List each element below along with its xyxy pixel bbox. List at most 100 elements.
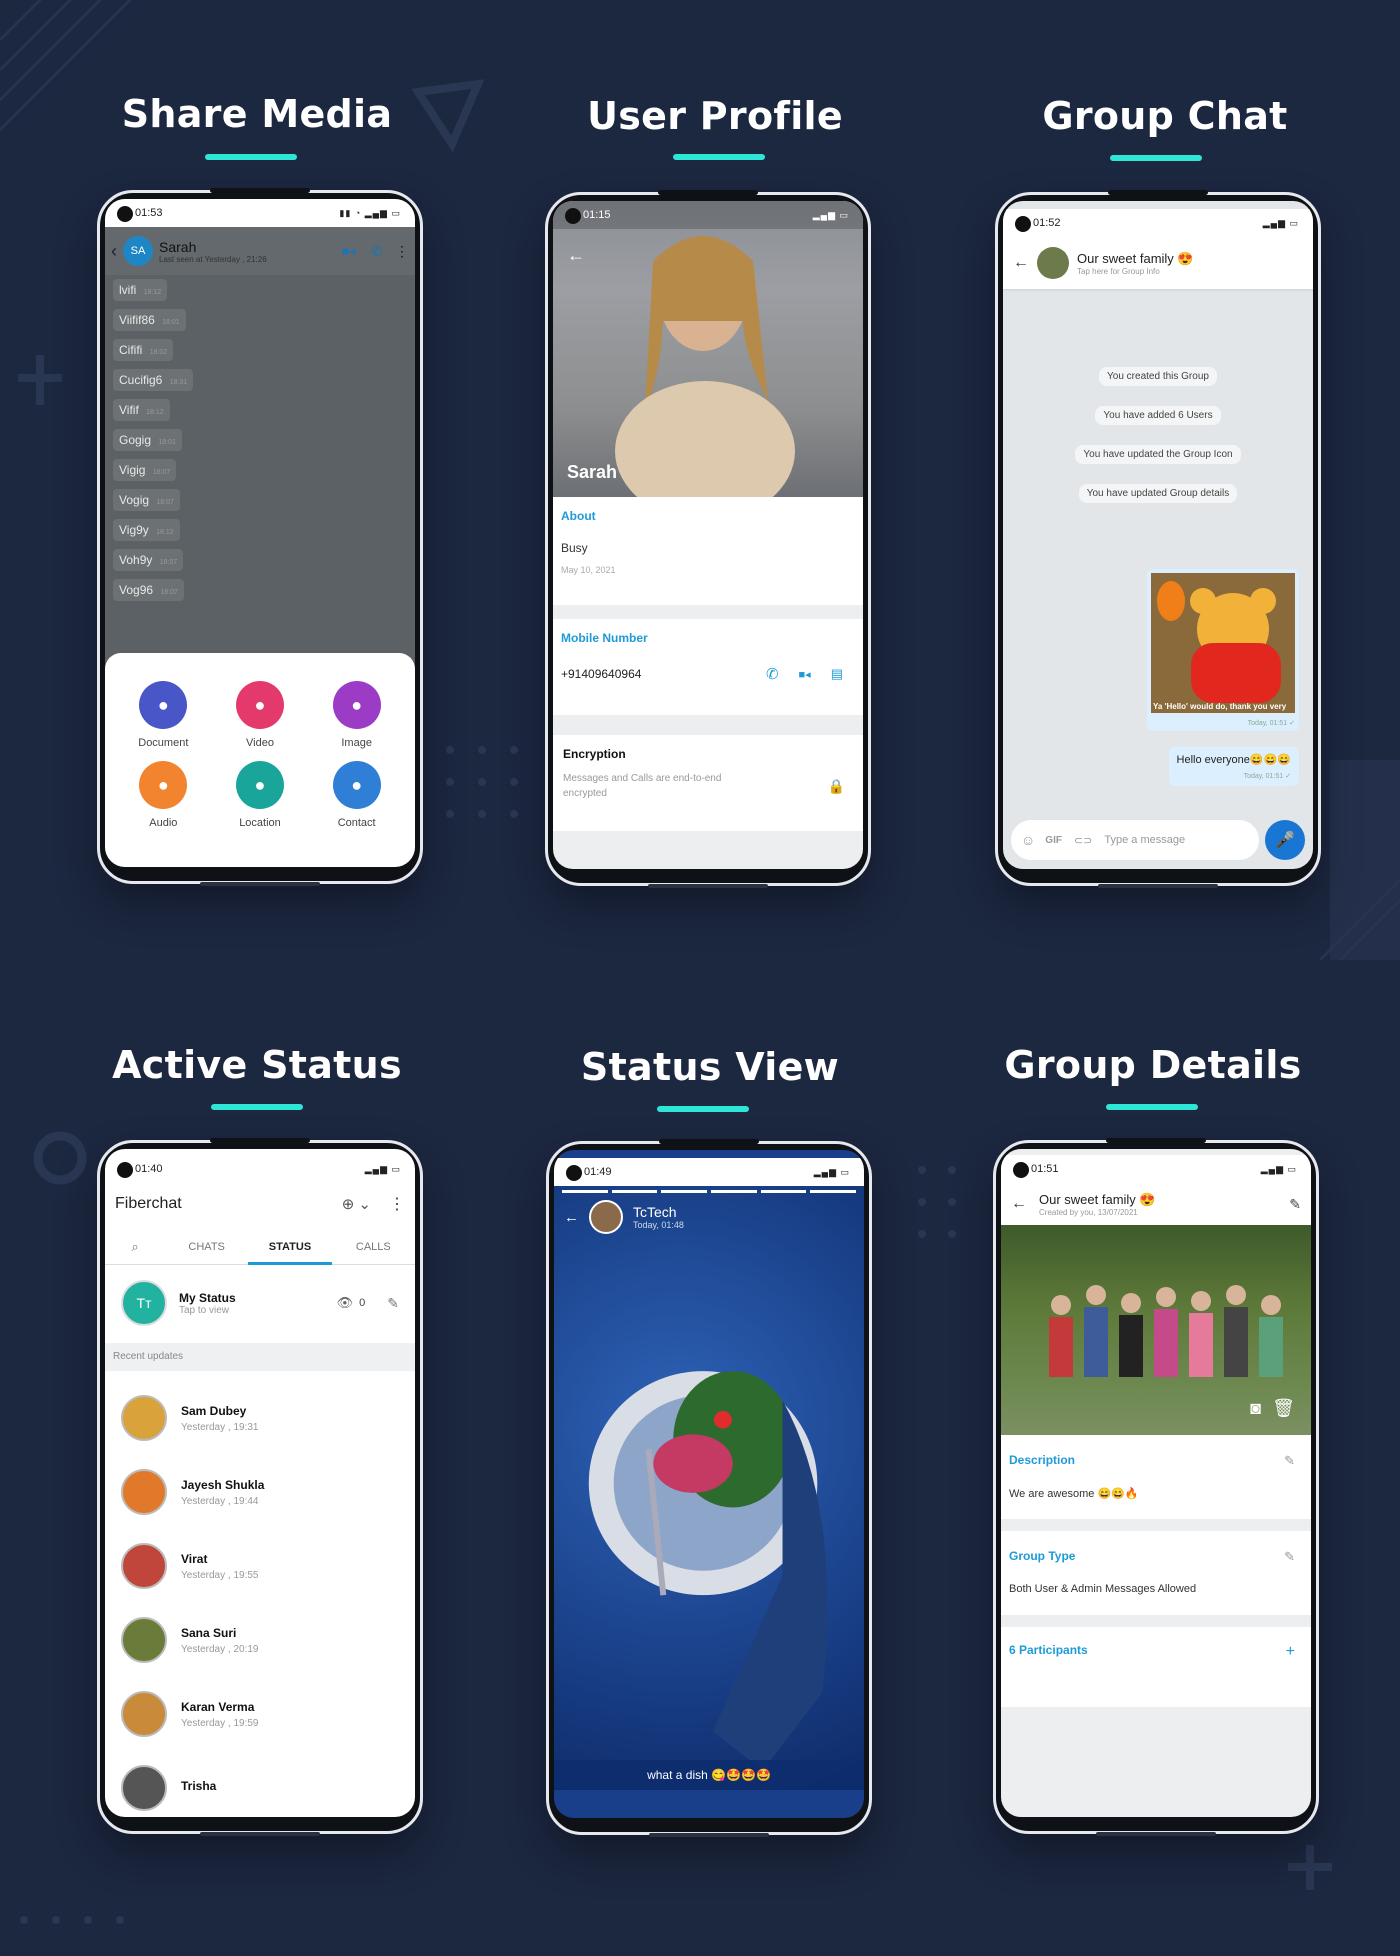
profile-photo[interactable]: Sarah 01:15 ▂▄▆ ▭ ← — [553, 201, 863, 521]
screen: 01:53 ▮▮ ◔ ▂▄▆ ▭ ‹ SA Sarah Last seen at Y… — [105, 199, 415, 867]
message-time: 18:12 — [146, 409, 164, 416]
contact-name[interactable]: Sarah — [159, 239, 267, 255]
emoji-icon[interactable]: ☺ — [1021, 832, 1035, 848]
video-call-icon[interactable]: ■◂ — [342, 244, 355, 258]
message-bubble[interactable]: Vog96 18:07 — [113, 579, 184, 601]
about-value: Busy — [561, 541, 588, 555]
microphone-icon[interactable]: ● — [139, 761, 188, 809]
attach-contact[interactable]: ● Contact — [308, 761, 405, 829]
language-icon[interactable]: ⊕ ⌄ — [342, 1195, 371, 1213]
status-update-row[interactable]: Jayesh Shukla Yesterday , 19:44 — [105, 1455, 415, 1529]
message-bubble[interactable]: lvifi 18:12 — [113, 279, 168, 301]
status-update-row[interactable]: Sam Dubey Yesterday , 19:31 — [105, 1381, 415, 1455]
group-photo[interactable]: ◙ 🗑 — [1001, 1225, 1311, 1435]
message-time: 18:07 — [156, 499, 174, 506]
message-bubble[interactable]: Voh9y 18:07 — [113, 549, 184, 571]
status-update-row[interactable]: Trisha — [105, 1751, 415, 1817]
my-status-row[interactable]: Tт My Status Tap to view 👁 0 ✎ — [105, 1273, 415, 1333]
message-bubble[interactable]: Vifif 18:12 — [113, 399, 170, 421]
message-list: lvifi 18:12 Viifif86 18:01 Cififi 18:02 Cuc… — [113, 279, 407, 609]
story-photo[interactable] — [554, 1186, 864, 1790]
attach-video[interactable]: ● Video — [212, 681, 309, 749]
message-bubble[interactable]: Vogig 18:07 — [113, 489, 180, 511]
tab-status[interactable]: STATUS — [248, 1229, 332, 1265]
gif-button[interactable]: GIF — [1045, 835, 1062, 846]
camera-icon[interactable]: ◙ — [1250, 1398, 1261, 1419]
back-arrow-icon[interactable]: ← — [1011, 1195, 1027, 1213]
message-time: 18:01 — [162, 319, 180, 326]
back-arrow-icon[interactable]: ← — [567, 245, 585, 266]
back-arrow-icon[interactable]: ← — [1013, 254, 1029, 272]
video-call-icon[interactable]: ■◂ — [799, 668, 811, 681]
message-time: 18:07 — [152, 469, 171, 476]
title-user-profile: User Profile — [587, 94, 843, 138]
message-bubble[interactable]: Vigig 18:07 — [113, 459, 177, 481]
message-text: Cififi — [119, 343, 143, 357]
edit-description-icon[interactable]: ✎ — [1284, 1453, 1295, 1469]
back-icon[interactable]: ‹ — [111, 241, 117, 262]
back-arrow-icon[interactable]: ← — [564, 1209, 579, 1226]
image-message[interactable]: Ya 'Hello' would do, thank you very Toda… — [1147, 569, 1299, 731]
message-time: 18:07 — [160, 589, 178, 596]
more-icon[interactable]: ⋮ — [395, 243, 409, 260]
attach-label: Audio — [149, 817, 178, 829]
avatar[interactable]: SA — [123, 236, 153, 266]
message-bubble[interactable]: Cucifig6 18:31 — [113, 369, 194, 391]
search-icon[interactable]: ⌕ — [105, 1239, 165, 1255]
status-update-row[interactable]: Virat Yesterday , 19:55 — [105, 1529, 415, 1603]
message-icon[interactable]: ▤ — [831, 666, 843, 682]
phone-icon[interactable]: ✆ — [371, 243, 383, 260]
attach-image[interactable]: ● Image — [308, 681, 405, 749]
text-message[interactable]: Hello everyone😄😄😄 Today, 01:51 ✓ — [1168, 747, 1299, 786]
attach-icon[interactable]: ⊂⊃ — [1074, 834, 1092, 847]
message-input-bar[interactable]: ☺ GIF ⊂⊃ Type a message — [1011, 820, 1259, 860]
status-avatar[interactable] — [121, 1395, 167, 1441]
image-icon[interactable]: ● — [332, 681, 381, 729]
message-text: lvifi — [119, 283, 137, 297]
story-progress — [562, 1190, 857, 1193]
status-name: Jayesh Shukla — [181, 1477, 265, 1492]
message-bubble[interactable]: Gogig 18:01 — [113, 429, 182, 451]
video-icon[interactable]: ● — [235, 681, 284, 729]
add-participant-icon[interactable]: + — [1286, 1643, 1295, 1661]
status-update-row[interactable]: Karan Verma Yesterday , 19:59 — [105, 1677, 415, 1751]
status-avatar[interactable] — [121, 1469, 167, 1515]
attach-location[interactable]: ● Location — [212, 761, 309, 829]
system-event-chip: You have added 6 Users — [1095, 406, 1221, 425]
status-avatar[interactable] — [121, 1691, 167, 1737]
edit-group-type-icon[interactable]: ✎ — [1284, 1549, 1295, 1565]
mobile-label: Mobile Number — [561, 631, 648, 645]
status-avatar[interactable] — [121, 1543, 167, 1589]
encryption-card[interactable]: Encryption Messages and Calls are end-to… — [553, 735, 863, 831]
message-bubble[interactable]: Vig9y 18:12 — [113, 519, 180, 541]
contact-icon[interactable]: ● — [332, 761, 381, 809]
message-bubble[interactable]: Cififi 18:02 — [113, 339, 174, 361]
edit-icon[interactable]: ✎ — [1289, 1196, 1301, 1213]
status-update-row[interactable]: Sana Suri Yesterday , 20:19 — [105, 1603, 415, 1677]
tab-chats[interactable]: CHATS — [165, 1241, 248, 1253]
attach-document[interactable]: ● Document — [115, 681, 212, 749]
message-bubble[interactable]: Viifif86 18:01 — [113, 309, 186, 331]
status-avatar[interactable] — [121, 1765, 167, 1811]
my-status-avatar[interactable]: Tт — [121, 1280, 167, 1326]
mic-button[interactable]: 🎤 — [1265, 820, 1305, 860]
attach-audio[interactable]: ● Audio — [115, 761, 212, 829]
phone-icon[interactable]: ✆ — [766, 665, 779, 683]
pooh-image[interactable]: Ya 'Hello' would do, thank you very — [1151, 573, 1295, 713]
description-label: Description — [1009, 1453, 1076, 1467]
document-icon[interactable]: ● — [139, 681, 188, 729]
more-icon[interactable]: ⋮ — [389, 1194, 405, 1214]
status-avatar[interactable] — [121, 1617, 167, 1663]
description-card: Description ✎ We are awesome 😄😄🔥 — [1001, 1435, 1311, 1519]
group-subtitle: Tap here for Group Info — [1077, 266, 1160, 276]
poster-avatar[interactable] — [589, 1200, 623, 1234]
location-pin-icon[interactable]: ● — [235, 761, 284, 809]
message-input[interactable]: Type a message — [1104, 834, 1185, 846]
chat-header[interactable]: ← Our sweet family 😍 Tap here for Group I… — [1003, 237, 1313, 289]
screen: 01:40 ▂▄▆ ▭ Fiberchat ⊕ ⌄ ⋮ ⌕ CHATS STATU… — [105, 1149, 415, 1817]
title-underline — [205, 154, 297, 160]
tab-calls[interactable]: CALLS — [332, 1241, 415, 1253]
delete-icon[interactable]: 🗑 — [1272, 1398, 1295, 1419]
edit-icon[interactable]: ✎ — [387, 1295, 399, 1312]
tab-bar: ⌕ CHATS STATUS CALLS — [105, 1229, 415, 1265]
